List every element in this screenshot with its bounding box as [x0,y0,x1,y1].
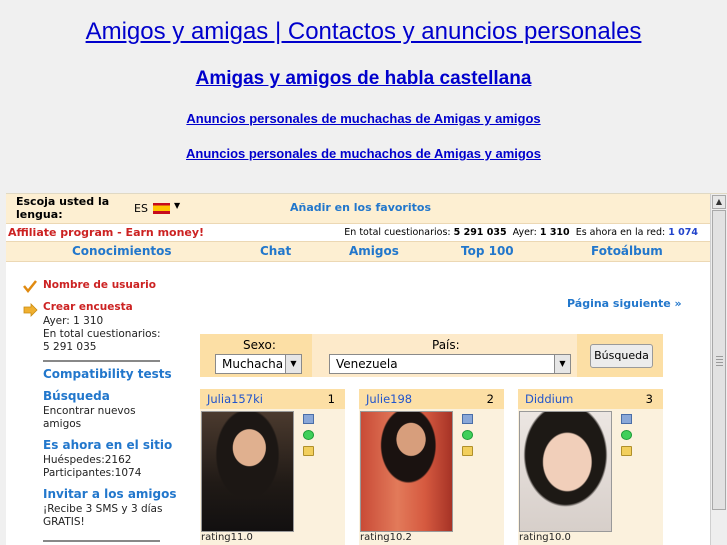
site-title[interactable]: Amigos y amigas | Contactos y anuncios p… [0,18,727,46]
girls-ads-link[interactable]: Anuncios personales de muchachas de Amig… [0,108,727,127]
profile-card[interactable]: Diddium 3 rating10.0 [518,389,663,545]
profile-photo[interactable] [519,411,612,532]
sidebar-create-survey-link[interactable]: Crear encuesta [43,301,133,314]
profile-rank: 3 [645,392,653,406]
language-bar: Escoja usted la lengua: ES ▼ Añadir en l… [6,194,710,224]
chevron-down-icon[interactable]: ▼ [554,355,570,373]
spain-flag-icon[interactable] [153,203,170,214]
profile-rank: 2 [486,392,494,406]
nav-amigos[interactable]: Amigos [349,244,399,258]
sidebar-search-link[interactable]: Búsqueda [43,390,110,403]
scroll-thumb[interactable] [712,210,726,510]
embedded-frame: Escoja usted la lengua: ES ▼ Añadir en l… [6,193,727,545]
country-select-value: Venezuela [336,357,398,371]
site-subtitle-link[interactable]: Amigas y amigos de habla castellana [196,68,532,90]
smiley-icon[interactable] [303,430,314,440]
boys-ads-link[interactable]: Anuncios personales de muchachos de Amig… [0,143,727,162]
profile-photo[interactable] [360,411,453,532]
search-button[interactable]: Búsqueda [590,344,653,368]
mail-icon[interactable] [462,414,473,424]
sidebar-invite-desc2: GRATIS! [43,516,85,528]
chevron-down-icon[interactable]: ▼ [174,201,180,210]
profile-card[interactable]: Julia157ki 1 rating11.0 [200,389,345,545]
sex-select-value: Muchacha [222,357,284,371]
scroll-up-icon[interactable]: ▲ [712,195,726,209]
folder-icon[interactable] [621,446,632,456]
next-page-link[interactable]: Página siguiente » [567,297,682,310]
profile-rating: rating11.0 [201,532,253,543]
main-nav: Conocimientos Chat Amigos Top 100 Fotoál… [6,241,710,262]
sidebar-yesterday: Ayer: 1 310 [43,315,104,327]
profile-rating: rating10.0 [519,532,571,543]
online-value[interactable]: 1 074 [668,227,698,238]
site-stats: En total cuestionarios: 5 291 035 Ayer: … [344,227,698,238]
grip-icon [716,356,723,368]
sidebar-divider [43,360,160,362]
sidebar-search-desc: Encontrar nuevos [43,405,136,417]
nav-fotoalbum[interactable]: Fotoálbum [591,244,663,258]
affiliate-link[interactable]: Affiliate program - Earn money! [8,226,204,239]
profile-name-link[interactable]: Julia157ki [207,392,263,406]
site-subtitle[interactable]: Amigas y amigos de habla castellana [0,68,727,90]
checkmark-icon [23,280,37,293]
card-header: Julia157ki 1 [200,389,345,409]
sex-select[interactable]: Muchacha ▼ [215,354,302,374]
add-favorites-link[interactable]: Añadir en los favoritos [290,201,431,214]
sex-label: Sexo: [243,338,276,352]
country-panel: País: Venezuela ▼ [312,334,577,377]
profile-rating: rating10.2 [360,532,412,543]
smiley-icon[interactable] [621,430,632,440]
sidebar-invite-desc: ¡Recibe 3 SMS y 3 días [43,503,163,515]
online-label: Es ahora en la red: [575,227,666,238]
card-header: Julie198 2 [359,389,504,409]
vertical-scrollbar[interactable]: ▲ [710,194,727,545]
nav-top100[interactable]: Top 100 [461,244,514,258]
stats-bar: Affiliate program - Earn money! En total… [6,224,710,241]
profile-rank: 1 [327,392,335,406]
language-label: Escoja usted la lengua: [16,195,110,221]
arrow-right-icon [23,303,38,317]
sidebar-online-link[interactable]: Es ahora en el sitio [43,439,172,452]
folder-icon[interactable] [303,446,314,456]
folder-icon[interactable] [462,446,473,456]
mail-icon[interactable] [303,414,314,424]
profile-name-link[interactable]: Diddium [525,392,573,406]
country-label: País: [432,338,460,352]
yesterday-value: 1 310 [539,227,570,238]
nav-conocimientos[interactable]: Conocimientos [72,244,172,258]
nav-chat[interactable]: Chat [260,244,291,258]
boys-ads-link-text[interactable]: Anuncios personales de muchachos de Amig… [186,146,541,161]
sidebar-participants: Participantes:1074 [43,467,142,479]
chevron-down-icon[interactable]: ▼ [285,355,301,373]
sidebar-total-value: 5 291 035 [43,341,97,353]
mail-icon[interactable] [621,414,632,424]
language-selector[interactable]: ES [134,202,148,215]
total-value: 5 291 035 [453,227,507,238]
total-label: En total cuestionarios: [344,227,451,238]
profile-name-link[interactable]: Julie198 [366,392,412,406]
country-select[interactable]: Venezuela ▼ [329,354,571,374]
sidebar-username-link[interactable]: Nombre de usuario [43,279,156,292]
sidebar-guests: Huéspedes:2162 [43,454,132,466]
card-header: Diddium 3 [518,389,663,409]
sidebar-divider-2 [43,540,160,542]
profile-card[interactable]: Julie198 2 rating10.2 [359,389,504,545]
search-form: Sexo: Muchacha ▼ País: Venezuela ▼ Búsqu… [200,334,663,377]
sidebar-total-label: En total cuestionarios: [43,328,161,340]
smiley-icon[interactable] [462,430,473,440]
sidebar-compat-link[interactable]: Compatibility tests [43,368,172,381]
sidebar-invite-link[interactable]: Invitar a los amigos [43,488,177,501]
sidebar-search-desc2: amigos [43,418,82,430]
site-title-link[interactable]: Amigos y amigas | Contactos y anuncios p… [86,18,642,46]
profile-photo[interactable] [201,411,294,532]
girls-ads-link-text[interactable]: Anuncios personales de muchachas de Amig… [186,111,540,126]
yesterday-label: Ayer: [512,227,537,238]
